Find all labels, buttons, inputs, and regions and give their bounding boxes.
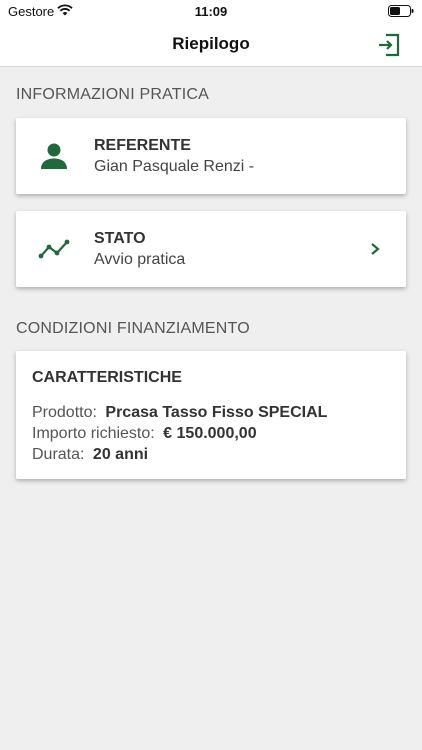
detail-row-importo: Importo richiesto: € 150.000,00 (32, 425, 257, 443)
detail-row-prodotto: Prodotto: Prcasa Tasso Fisso SPECIAL (32, 404, 327, 422)
person-icon (41, 143, 67, 169)
detail-value: Prcasa Tasso Fisso SPECIAL (105, 404, 328, 421)
section-header-informazioni: INFORMAZIONI PRATICA (16, 86, 210, 103)
section-header-condizioni: CONDIZIONI FINANZIAMENTO (16, 320, 250, 337)
battery-icon (388, 5, 414, 17)
stato-card[interactable]: STATO Avvio pratica (16, 211, 406, 287)
navigation-bar: Riepilogo (0, 24, 422, 67)
detail-value: € 150.000,00 (163, 425, 257, 442)
status-bar: Gestore 11:09 (0, 0, 422, 24)
detail-row-durata: Durata: 20 anni (32, 446, 148, 464)
stato-title: STATO (94, 230, 146, 247)
chevron-right-icon[interactable] (368, 241, 382, 257)
stato-value: Avvio pratica (94, 251, 186, 268)
caratteristiche-card: CARATTERISTICHE Prodotto: Prcasa Tasso F… (16, 351, 406, 479)
clock: 11:09 (194, 4, 228, 19)
detail-value: 20 anni (92, 446, 149, 463)
trend-line-icon (38, 239, 70, 259)
caratteristiche-title: CARATTERISTICHE (32, 369, 182, 386)
detail-label: Importo richiesto: (32, 425, 155, 442)
page-title: Riepilogo (172, 34, 250, 53)
detail-label: Prodotto: (32, 404, 97, 421)
referente-value: Gian Pasquale Renzi - (94, 158, 255, 175)
referente-title: REFERENTE (94, 137, 191, 154)
logout-button[interactable] (376, 32, 402, 58)
referente-card: REFERENTE Gian Pasquale Renzi - (16, 118, 406, 194)
detail-label: Durata: (32, 446, 85, 463)
